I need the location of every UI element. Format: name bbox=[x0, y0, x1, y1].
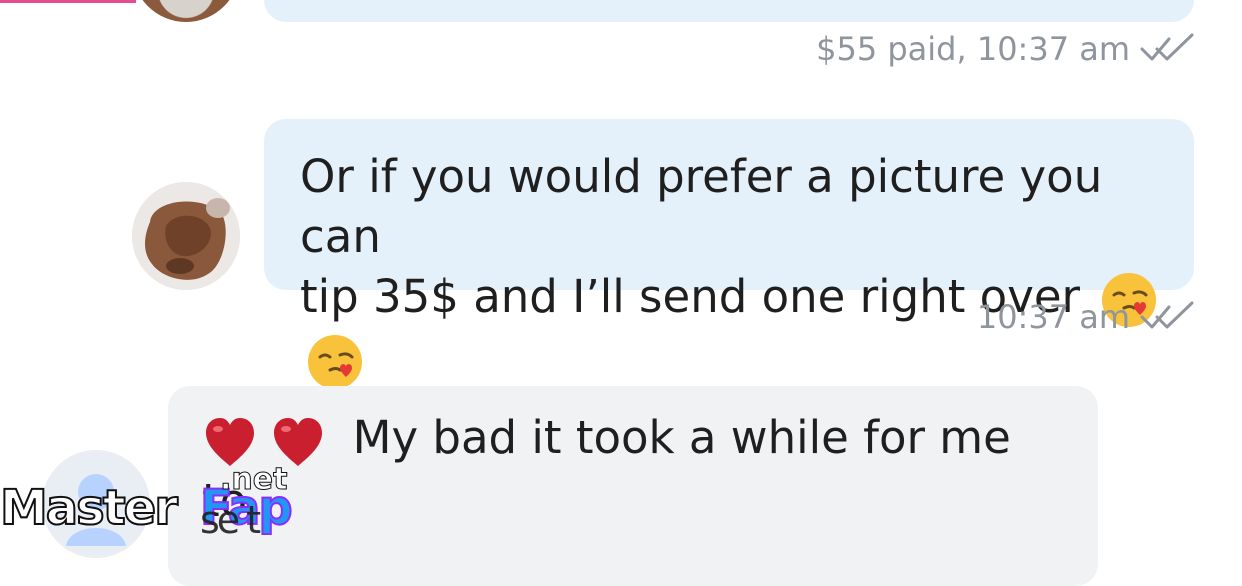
outgoing-message-time: 10:37 am bbox=[976, 298, 1130, 336]
previous-message-meta-text: $55 paid, 10:37 am bbox=[816, 30, 1130, 68]
watermark-overlay-text: se t bbox=[200, 498, 261, 542]
avatar-photo bbox=[132, 182, 240, 290]
outgoing-message-meta: 10:37 am bbox=[977, 298, 1194, 336]
sender-avatar[interactable] bbox=[132, 182, 240, 290]
outgoing-message-line-2: tip 35$ and I’ll send one right over bbox=[300, 270, 1081, 323]
watermark-brand: Master bbox=[0, 479, 179, 537]
heart-emojis bbox=[202, 409, 324, 469]
outgoing-message-bubble[interactable]: Or if you would prefer a picture you can… bbox=[264, 119, 1194, 389]
kiss-heart-icon bbox=[308, 335, 362, 389]
top-pink-indicator bbox=[0, 0, 136, 3]
sender-avatar-top[interactable] bbox=[132, 0, 240, 22]
watermark-logo: Master Fap .net se t bbox=[0, 462, 320, 542]
heart-icon bbox=[274, 418, 323, 466]
previous-message-meta: $55 paid, 10:37 am bbox=[816, 30, 1194, 68]
previous-message-bubble bbox=[264, 0, 1194, 22]
heart-icon bbox=[206, 418, 254, 466]
outgoing-message-line-1: Or if you would prefer a picture you can bbox=[300, 150, 1103, 263]
double-check-icon bbox=[1140, 301, 1194, 329]
double-check-icon bbox=[1140, 33, 1194, 61]
watermark-suffix: .net bbox=[219, 462, 288, 498]
